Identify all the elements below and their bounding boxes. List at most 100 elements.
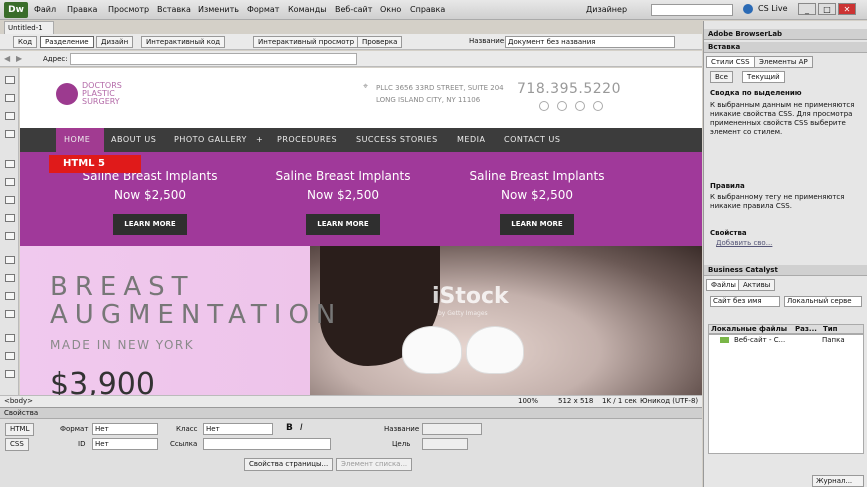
- nav-about[interactable]: ABOUT US: [111, 135, 156, 144]
- menu-file[interactable]: Файл: [34, 5, 56, 14]
- split-view-button[interactable]: Разделение: [40, 36, 94, 48]
- page-properties-button[interactable]: Свойства страницы...: [244, 458, 334, 471]
- format-select[interactable]: Нет: [92, 423, 158, 435]
- tool-icon[interactable]: [5, 196, 15, 204]
- tool-icon[interactable]: [5, 112, 15, 120]
- files-tab[interactable]: Файлы: [706, 279, 741, 291]
- business-catalyst-panel[interactable]: Business Catalyst: [704, 265, 867, 276]
- document-toolbar: Код Разделение Дизайн Интерактивный код …: [0, 34, 702, 50]
- design-view-button[interactable]: Дизайн: [96, 36, 134, 48]
- menu-insert[interactable]: Вставка: [157, 5, 191, 14]
- nav-home[interactable]: HOME: [64, 135, 90, 144]
- help-search-input[interactable]: [651, 4, 733, 16]
- nav-gallery[interactable]: PHOTO GALLERY: [174, 135, 247, 144]
- promo-price: Now $2,500: [114, 188, 186, 202]
- tool-icon[interactable]: [5, 214, 15, 222]
- id-select[interactable]: Нет: [92, 438, 158, 450]
- assets-tab[interactable]: Активы: [738, 279, 776, 291]
- nav-gallery-plus-icon[interactable]: +: [256, 135, 263, 144]
- nav-media[interactable]: MEDIA: [457, 135, 485, 144]
- col-size[interactable]: Раз...: [795, 325, 817, 333]
- name-input[interactable]: [422, 423, 482, 435]
- tool-icon[interactable]: [5, 256, 15, 264]
- google-plus-icon[interactable]: [575, 101, 585, 111]
- properties-title[interactable]: Свойства: [0, 408, 702, 419]
- minimize-button[interactable]: _: [798, 3, 816, 15]
- all-button[interactable]: Все: [710, 71, 733, 83]
- phone-number[interactable]: 718.395.5220: [517, 81, 621, 97]
- css-mode-button[interactable]: CSS: [5, 438, 29, 451]
- cs-live-button[interactable]: CS Live: [758, 4, 788, 13]
- check-button[interactable]: Проверка: [357, 36, 403, 48]
- learn-more-button[interactable]: LEARN MORE: [113, 214, 187, 235]
- html-mode-button[interactable]: HTML: [5, 423, 35, 436]
- nav-success[interactable]: SUCCESS STORIES: [356, 135, 438, 144]
- nav-contact[interactable]: CONTACT US: [504, 135, 560, 144]
- code-view-button[interactable]: Код: [13, 36, 38, 48]
- browserlab-panel[interactable]: Adobe BrowserLab: [704, 29, 867, 40]
- window-size[interactable]: 512 x 518: [558, 397, 593, 405]
- insert-panel[interactable]: Вставка: [704, 42, 867, 53]
- file-row-name[interactable]: Веб-сайт - С...: [734, 336, 785, 344]
- tool-icon[interactable]: [5, 232, 15, 240]
- learn-more-button[interactable]: LEARN MORE: [500, 214, 574, 235]
- italic-button[interactable]: I: [300, 423, 303, 433]
- tool-icon[interactable]: [5, 94, 15, 102]
- linkedin-icon[interactable]: [593, 101, 603, 111]
- tool-icon[interactable]: [5, 274, 15, 282]
- menu-view[interactable]: Просмотр: [108, 5, 149, 14]
- tool-icon[interactable]: [5, 160, 15, 168]
- nav-procedures[interactable]: PROCEDURES: [277, 135, 337, 144]
- menu-format[interactable]: Формат: [247, 5, 279, 14]
- bold-button[interactable]: B: [286, 423, 293, 433]
- col-type[interactable]: Тип: [823, 325, 838, 333]
- tool-icon[interactable]: [5, 130, 15, 138]
- tool-icon[interactable]: [5, 178, 15, 186]
- tool-icon[interactable]: [5, 370, 15, 378]
- tool-icon[interactable]: [5, 76, 15, 84]
- menu-site[interactable]: Веб-сайт: [335, 5, 372, 14]
- tool-icon[interactable]: [5, 292, 15, 300]
- target-select[interactable]: [422, 438, 468, 450]
- menu-modify[interactable]: Изменить: [198, 5, 239, 14]
- document-tab[interactable]: Untitled-1: [4, 21, 54, 34]
- facebook-icon[interactable]: [539, 101, 549, 111]
- learn-more-button[interactable]: LEARN MORE: [306, 214, 380, 235]
- current-button[interactable]: Текущий: [742, 71, 785, 83]
- menu-edit[interactable]: Правка: [67, 5, 97, 14]
- server-select[interactable]: Локальный серве: [784, 296, 862, 307]
- download-info: 1K / 1 сек: [602, 397, 637, 405]
- menu-window[interactable]: Окно: [380, 5, 401, 14]
- live-view-button[interactable]: Интерактивный просмотр: [253, 36, 360, 48]
- tool-icon[interactable]: [5, 334, 15, 342]
- back-arrow-icon[interactable]: ◀: [4, 54, 14, 64]
- tag-selector[interactable]: <body>: [4, 397, 33, 405]
- tool-icon[interactable]: [5, 352, 15, 360]
- site-navigation: HOME ABOUT US PHOTO GALLERY + PROCEDURES…: [20, 128, 702, 152]
- site-select[interactable]: Сайт без имя: [710, 296, 780, 307]
- promo-price: Now $2,500: [501, 188, 573, 202]
- tool-icon[interactable]: [5, 310, 15, 318]
- link-input[interactable]: [203, 438, 331, 450]
- css-styles-tab[interactable]: Стили CSS: [706, 56, 755, 68]
- menu-commands[interactable]: Команды: [288, 5, 327, 14]
- add-property-link[interactable]: Добавить сво...: [716, 239, 866, 248]
- files-list[interactable]: [708, 334, 864, 454]
- class-select[interactable]: Нет: [203, 423, 273, 435]
- zoom-select[interactable]: 100%: [518, 397, 538, 405]
- maximize-button[interactable]: □: [818, 3, 836, 15]
- twitter-icon[interactable]: [557, 101, 567, 111]
- design-view[interactable]: DOCTORS PLASTIC SURGERY ⌖ PLLC 3656 33RD…: [20, 68, 702, 395]
- address-input[interactable]: [70, 53, 357, 65]
- menu-help[interactable]: Справка: [410, 5, 445, 14]
- col-local-files[interactable]: Локальные файлы: [711, 325, 787, 333]
- ap-elements-tab[interactable]: Элементы AP: [754, 56, 813, 68]
- workspace-switcher[interactable]: Дизайнер: [586, 5, 627, 14]
- list-item-button[interactable]: Элемент списка...: [336, 458, 413, 471]
- close-button[interactable]: ✕: [838, 3, 856, 15]
- address-line: PLLC 3656 33RD STREET, SUITE 204: [376, 84, 504, 92]
- journal-button[interactable]: Журнал...: [812, 475, 864, 487]
- live-code-button[interactable]: Интерактивный код: [141, 36, 226, 48]
- forward-arrow-icon[interactable]: ▶: [16, 54, 26, 64]
- title-input[interactable]: Документ без названия: [505, 36, 675, 48]
